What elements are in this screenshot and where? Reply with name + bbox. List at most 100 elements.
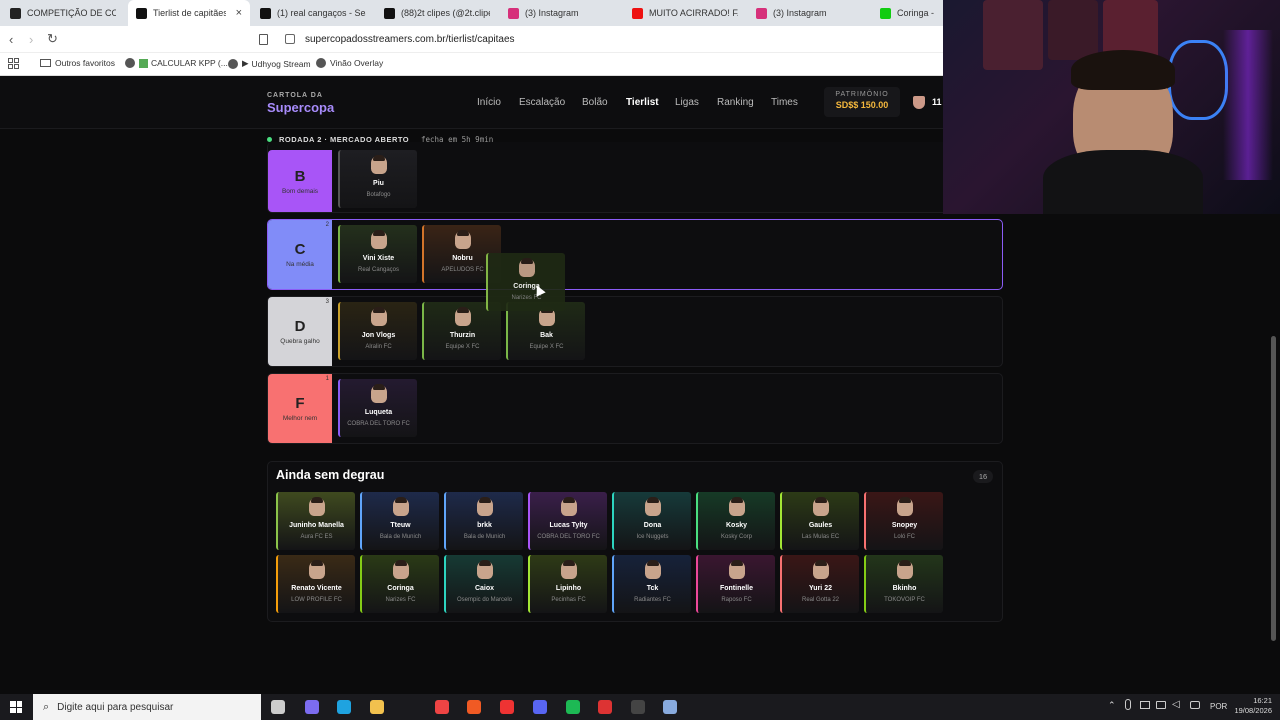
discord-icon[interactable] (533, 700, 547, 714)
unranked-player-card[interactable]: Gaules Las Mulas EC (780, 492, 859, 550)
unranked-player-card[interactable]: Lipinho Pecinhas FC (528, 555, 607, 613)
clock[interactable]: 16:21 19/08/2026 (1234, 696, 1272, 715)
unranked-player-card[interactable]: Snopey Loló FC (864, 492, 943, 550)
player-name: Kosky (725, 522, 747, 529)
tab-favicon-icon (756, 7, 767, 19)
bookmark-star-icon[interactable] (259, 34, 268, 45)
dragging-card[interactable]: Coringa Narizes FC (486, 253, 565, 311)
obs-icon[interactable] (631, 700, 645, 714)
tab-6[interactable]: (3) Instagram (748, 0, 870, 26)
tab-label: Coringa - Wat (897, 8, 936, 18)
tab-label: MUITO ACIRRADO! FACA (649, 8, 738, 18)
tab-7[interactable]: Coringa - Wat (872, 0, 944, 26)
nav-bolo[interactable]: Bolão (582, 97, 608, 108)
notepad-icon[interactable] (663, 700, 677, 714)
tier-row-d[interactable]: D Quebra galho 3 Jon Vlogs Alralin FC Thurzin… (267, 296, 1003, 367)
unranked-player-card[interactable]: Fontinelle Raposo FC (696, 555, 775, 613)
neon-light-decor (1168, 40, 1228, 120)
player-name: Thurzin (449, 332, 476, 339)
unranked-player-card[interactable]: Tck Radiantes FC (612, 555, 691, 613)
user-abbrev[interactable]: 11 (932, 97, 942, 107)
chrome-icon[interactable] (435, 700, 449, 714)
apps-grid-icon[interactable] (8, 58, 19, 69)
bookmark-calcular-kpp[interactable]: CALCULAR KPP (... (125, 58, 228, 68)
tab-5[interactable]: MUITO ACIRRADO! FACA (624, 0, 746, 26)
tab-4[interactable]: (3) Instagram (500, 0, 622, 26)
nav-incio[interactable]: Início (477, 97, 501, 108)
tab-3[interactable]: (88)2t clipes (@2t.clipes) (376, 0, 498, 26)
volume-icon[interactable]: ◁ (1172, 699, 1180, 710)
tab-1[interactable]: Tierlist de capitães - C × (128, 0, 250, 26)
brave-icon[interactable] (467, 700, 481, 714)
bookmark-udhyog-stream[interactable]: ▶ Udhyog Stream (228, 58, 311, 69)
player-avatar (370, 155, 387, 174)
tier-row-f[interactable]: F Melhor nem 1 Luqueta COBRA DEL TORO FC (267, 373, 1003, 444)
player-card[interactable]: Luqueta COBRA DEL TORO FC (338, 379, 417, 437)
nav-escalao[interactable]: Escalação (519, 97, 565, 108)
tray-chevron-icon[interactable]: ⌃ (1108, 700, 1116, 711)
edge-icon[interactable] (337, 700, 351, 714)
unranked-player-card[interactable]: Coringa Narizes FC (360, 555, 439, 613)
player-name: Lipinho (555, 585, 582, 592)
unranked-player-card[interactable]: brkk Bala de Munich (444, 492, 523, 550)
unranked-player-card[interactable]: Tteuw Bala de Munich (360, 492, 439, 550)
led-strip-decor (1223, 30, 1273, 180)
copilot-icon[interactable] (305, 700, 319, 714)
player-card[interactable]: Piu Botafogo (338, 150, 417, 208)
tab-favicon-icon (136, 7, 147, 19)
mic-icon[interactable] (1125, 699, 1131, 710)
tab-0[interactable]: COMPETIÇÃO DE CORTES (2, 0, 124, 26)
unranked-player-card[interactable]: Dona Ice Nuggets (612, 492, 691, 550)
shield-icon[interactable] (913, 96, 925, 109)
player-team: COBRA DEL TORO FC (347, 421, 410, 427)
windows-start-icon[interactable] (10, 701, 22, 713)
page-scrollbar[interactable] (1271, 336, 1276, 641)
taskbar-search[interactable]: ⌕ Digite aqui para pesquisar (33, 694, 261, 720)
tab-2[interactable]: (1) real cangaços - Search (252, 0, 374, 26)
player-card[interactable]: Vini Xiste Real Cangaços (338, 225, 417, 283)
player-name: Bkinho (892, 585, 917, 592)
nav-ranking[interactable]: Ranking (717, 97, 754, 108)
tier-row-b[interactable]: B Bom demais Piu Botafogo (267, 142, 1003, 213)
streamer-shirt (1043, 150, 1203, 214)
file-explorer-icon[interactable] (370, 700, 384, 714)
unranked-player-card[interactable]: Juninho Manella Aura FC ES (276, 492, 355, 550)
unranked-player-card[interactable]: Lucas Tylty COBRA DEL TORO FC (528, 492, 607, 550)
back-icon[interactable]: ‹ (9, 32, 13, 47)
game-icon[interactable] (598, 700, 612, 714)
battery-icon[interactable] (1190, 701, 1200, 709)
forward-icon[interactable]: › (29, 32, 33, 47)
network-icon[interactable] (1140, 701, 1150, 709)
search-icon: ⌕ (43, 700, 50, 713)
player-name: Snopey (891, 522, 918, 529)
unranked-player-card[interactable]: Kosky Kosky Corp (696, 492, 775, 550)
language-indicator[interactable]: POR (1210, 702, 1227, 711)
close-tab-icon[interactable]: × (236, 7, 242, 19)
nav-times[interactable]: Times (771, 97, 798, 108)
unranked-player-card[interactable]: Renato Vicente LOW PROFILE FC (276, 555, 355, 613)
unranked-player-card[interactable]: Bkinho TOKOVOIP FC (864, 555, 943, 613)
reload-icon[interactable]: ↻ (47, 31, 58, 47)
nav-tierlist[interactable]: Tierlist (626, 97, 659, 108)
tab-label: (3) Instagram (525, 8, 579, 18)
url-text[interactable]: supercopadosstreamers.com.br/tierlist/ca… (305, 34, 515, 45)
player-name: Dona (643, 522, 662, 529)
logo-bottom[interactable]: Supercopa (267, 100, 334, 115)
player-team: APELUDOS FC (441, 267, 484, 273)
unranked-player-card[interactable]: Yuri 22 Real Gotta 22 (780, 555, 859, 613)
tab-label: (88)2t clipes (@2t.clipes) (401, 8, 490, 18)
bookmark-vinao-overlay[interactable]: Vinão Overlay (316, 58, 383, 68)
vivaldi-icon[interactable] (500, 700, 514, 714)
spotify-icon[interactable] (566, 700, 580, 714)
unranked-player-card[interactable]: Caiox Osempic do Marcelo (444, 555, 523, 613)
tier-row-c[interactable]: C Na média 2 Vini Xiste Real Cangaços Nobru AP… (267, 219, 1003, 290)
bookmark-outros-favoritos[interactable]: Outros favoritos (40, 58, 115, 68)
player-card[interactable]: Jon Vlogs Alralin FC (338, 302, 417, 360)
player-name: Piu (373, 180, 384, 187)
nav-ligas[interactable]: Ligas (675, 97, 699, 108)
globe-icon (316, 58, 326, 68)
display-icon[interactable] (1156, 701, 1166, 709)
task-view-icon[interactable] (271, 700, 285, 714)
player-team: Kosky Corp (720, 534, 752, 540)
site-info-icon[interactable] (285, 34, 295, 44)
